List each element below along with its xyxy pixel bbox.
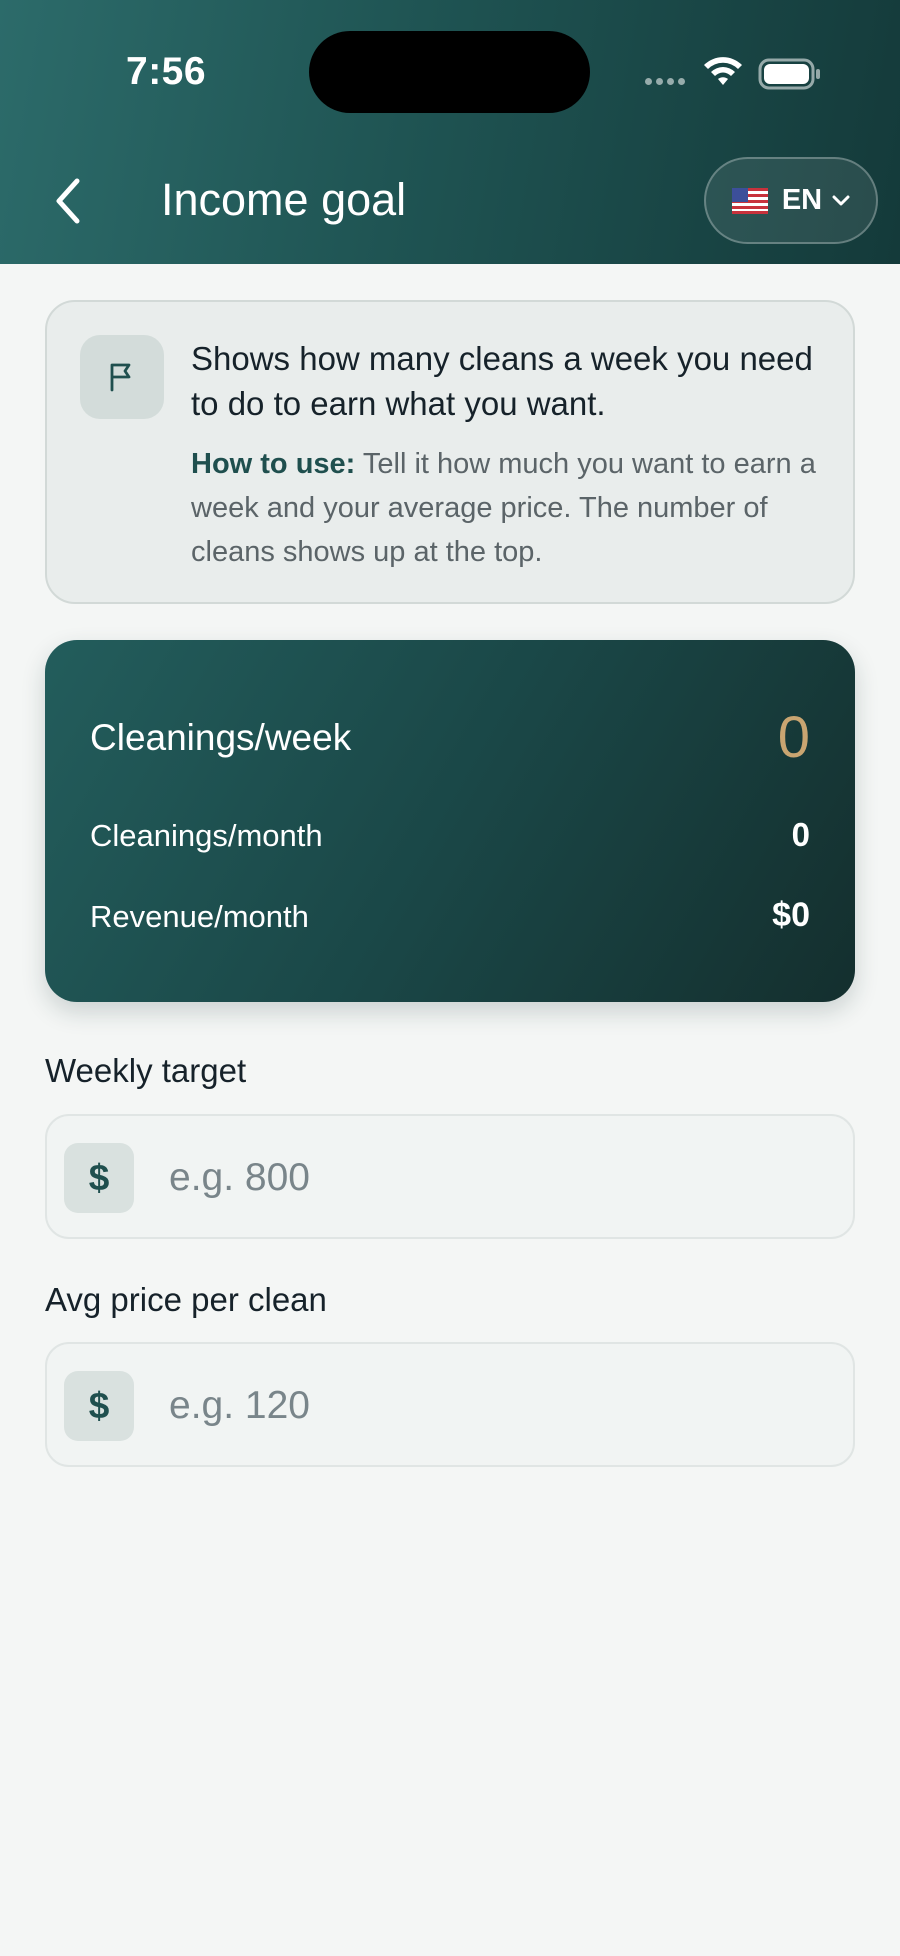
cleanings-week-label: Cleanings/week	[90, 717, 352, 758]
signal-icon	[645, 78, 685, 85]
chevron-down-icon	[832, 195, 850, 205]
language-code: EN	[781, 184, 823, 216]
stats-card: Cleanings/week 0 Cleanings/month 0 Reven…	[45, 640, 855, 1002]
cleanings-month-label: Cleanings/month	[90, 818, 323, 853]
page-title: Income goal	[161, 174, 407, 225]
flag-icon	[110, 363, 131, 392]
dollar-prefix: $	[64, 1143, 134, 1213]
revenue-month-value: $0	[772, 896, 810, 934]
status-time: 7:56	[126, 50, 207, 93]
cleanings-week-value: 0	[777, 705, 810, 770]
weekly-target-field[interactable]: $	[45, 1114, 855, 1239]
language-selector[interactable]: EN	[704, 157, 878, 244]
dollar-prefix: $	[64, 1371, 134, 1441]
dynamic-island	[309, 31, 590, 113]
revenue-month-label: Revenue/month	[90, 899, 309, 934]
avg-price-input[interactable]	[167, 1364, 831, 1448]
weekly-target-input[interactable]	[167, 1136, 831, 1220]
flag-badge	[80, 335, 164, 419]
app-header: 7:56 Income goal EN	[0, 0, 900, 264]
battery-icon	[758, 58, 820, 90]
info-title: Shows how many cleans a week you need to…	[191, 340, 813, 422]
info-card: Shows how many cleans a week you need to…	[45, 300, 855, 604]
cleanings-month-value: 0	[791, 816, 810, 853]
howto-label: How to use:	[191, 448, 356, 480]
chevron-left-icon	[56, 178, 80, 224]
info-howto: How to use: Tell it how much you want to…	[191, 442, 831, 574]
weekly-target-label: Weekly target	[45, 1052, 247, 1089]
us-flag-icon	[731, 187, 768, 214]
avg-price-field[interactable]: $	[45, 1342, 855, 1467]
back-button[interactable]	[40, 170, 96, 232]
wifi-icon	[704, 57, 742, 85]
avg-price-label: Avg price per clean	[45, 1281, 327, 1318]
